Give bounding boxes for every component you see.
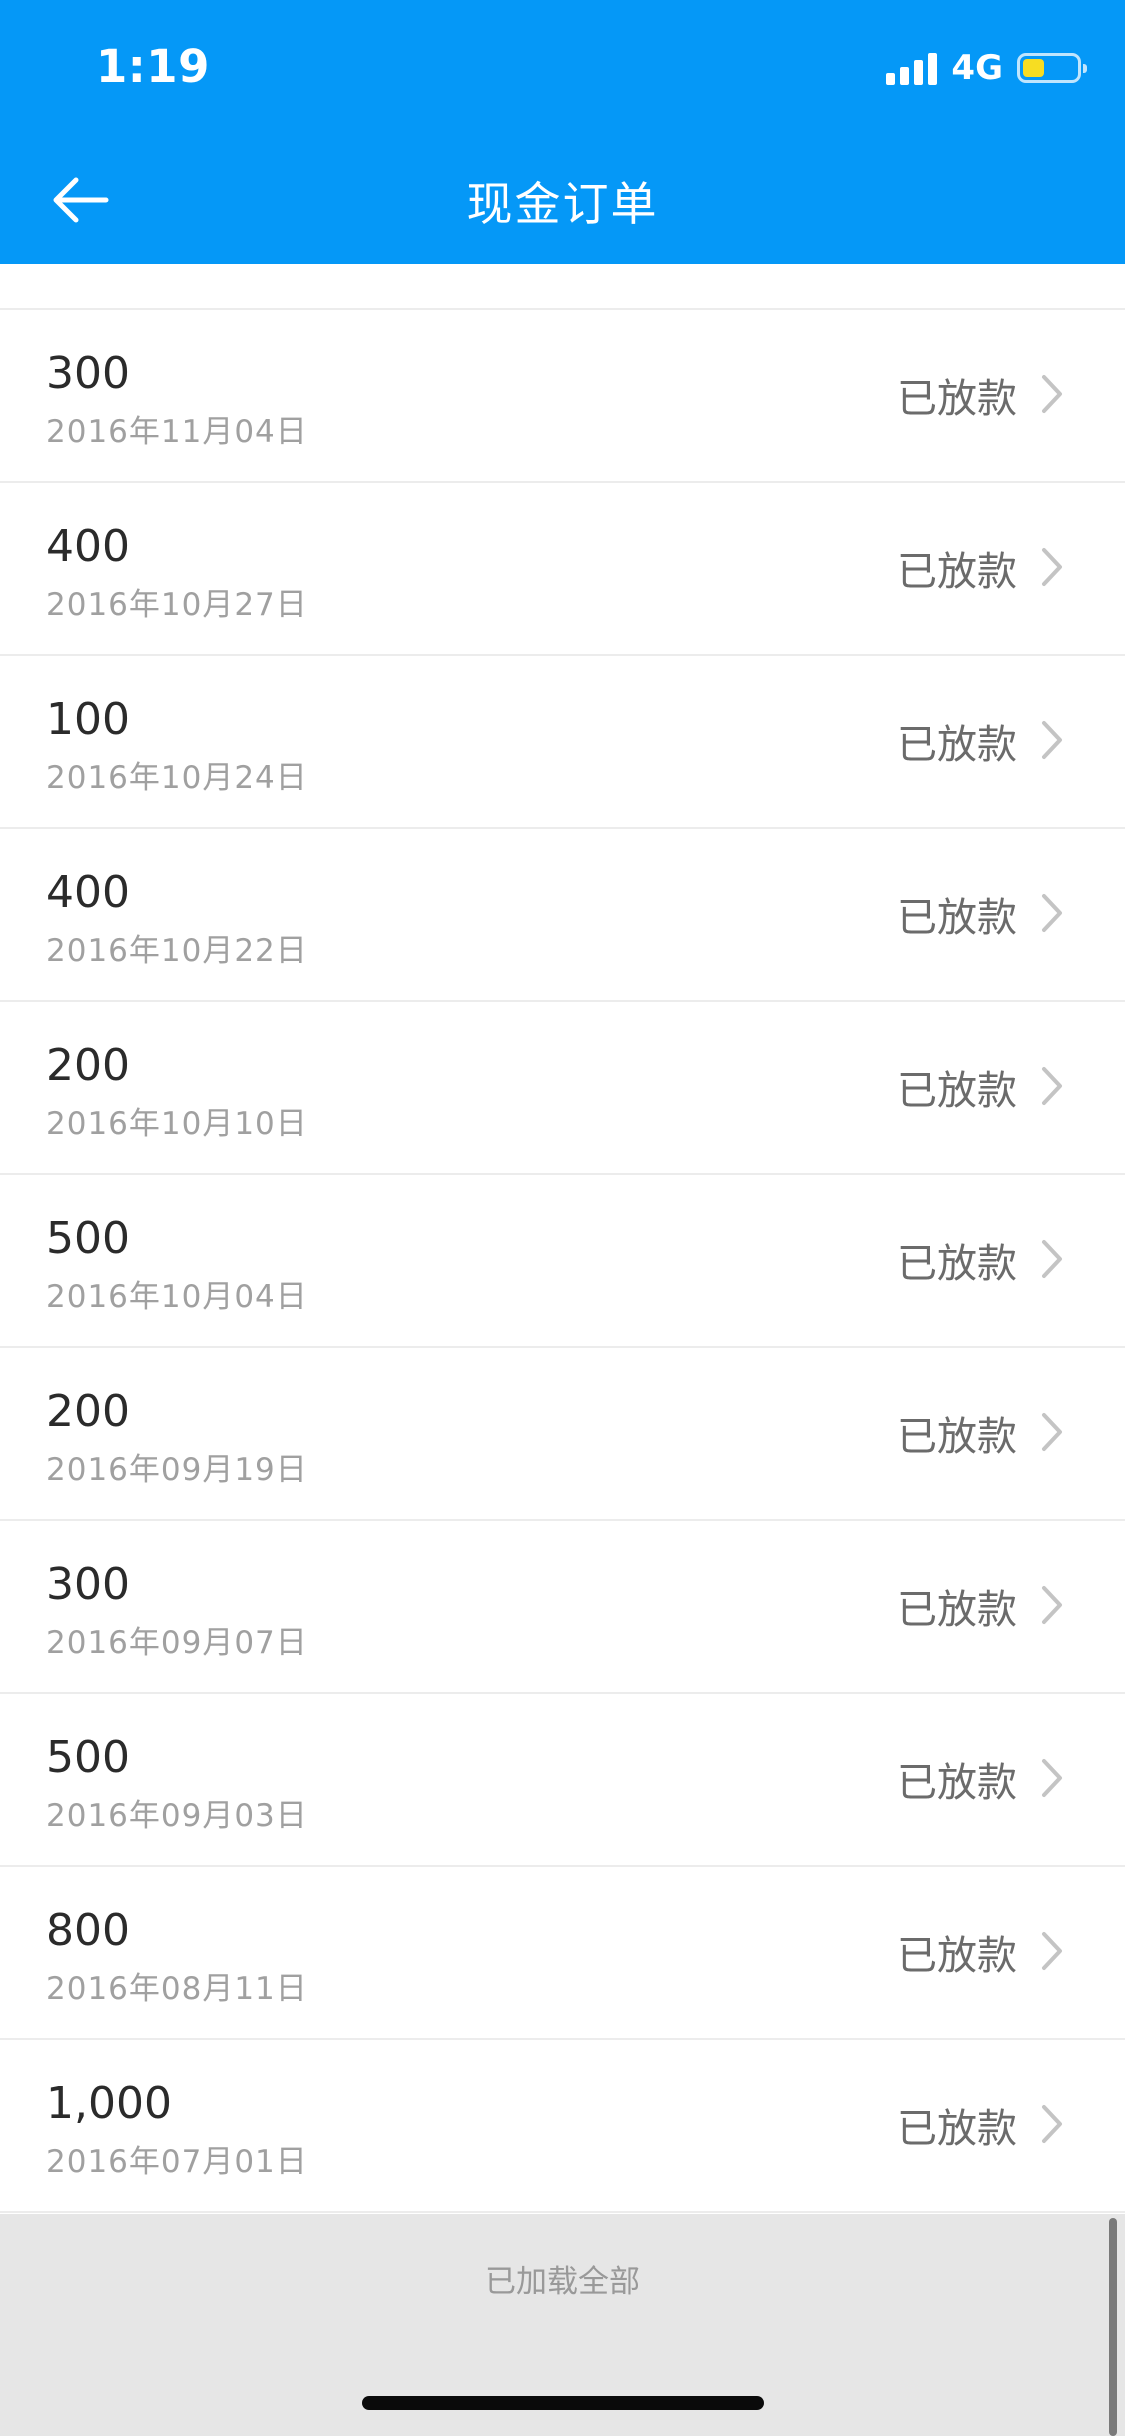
order-row[interactable]: 200 2016年10月10日 已放款 (0, 1002, 1125, 1175)
order-status: 已放款 (897, 1933, 1017, 1979)
order-date: 2016年09月07日 (46, 1625, 308, 1661)
page-title: 现金订单 (466, 177, 659, 231)
order-amount: 200 (46, 1040, 130, 1091)
chevron-right-icon (1042, 1932, 1062, 1970)
order-status: 已放款 (897, 895, 1017, 941)
order-date: 2016年09月03日 (46, 1798, 308, 1834)
chevron-right-icon (1042, 375, 1062, 413)
order-date: 2016年10月10日 (46, 1106, 308, 1142)
order-amount: 500 (46, 1732, 130, 1783)
chevron-right-icon (1042, 1413, 1062, 1451)
order-status: 已放款 (897, 549, 1017, 595)
order-status: 已放款 (897, 2106, 1017, 2152)
order-row[interactable]: 300 2016年11月04日 已放款 (0, 310, 1125, 483)
chevron-right-icon (1042, 1586, 1062, 1624)
order-date: 2016年07月01日 (46, 2144, 308, 2180)
chevron-right-icon (1042, 1759, 1062, 1797)
top-bar: 1:19 4G 现金订单 (0, 0, 1125, 264)
chevron-right-icon (1042, 894, 1062, 932)
order-status: 已放款 (897, 1760, 1017, 1806)
order-row[interactable]: 500 2016年10月04日 已放款 (0, 1175, 1125, 1348)
order-row[interactable]: 800 2016年08月11日 已放款 (0, 1867, 1125, 2040)
order-date: 2016年09月19日 (46, 1452, 308, 1488)
chevron-right-icon (1042, 548, 1062, 586)
order-row[interactable]: 300 2016年09月07日 已放款 (0, 1521, 1125, 1694)
chevron-right-icon (1042, 1240, 1062, 1278)
scrollbar[interactable] (1109, 2218, 1117, 2436)
order-date: 2016年10月22日 (46, 933, 308, 969)
network-label: 4G (951, 48, 1003, 88)
order-amount: 300 (46, 348, 130, 399)
order-date: 2016年10月27日 (46, 587, 308, 623)
order-amount: 400 (46, 867, 130, 918)
order-status: 已放款 (897, 1068, 1017, 1114)
order-date: 2016年11月04日 (46, 414, 308, 450)
order-status: 已放款 (897, 722, 1017, 768)
order-status: 已放款 (897, 376, 1017, 422)
order-amount: 800 (46, 1905, 130, 1956)
order-amount: 400 (46, 521, 130, 572)
order-amount: 1,000 (46, 2078, 172, 2129)
order-row[interactable]: 200 2016年09月19日 已放款 (0, 1348, 1125, 1521)
order-date: 2016年10月24日 (46, 760, 308, 796)
battery-level (1023, 59, 1044, 77)
all-loaded-label: 已加载全部 (485, 2264, 640, 2300)
order-amount: 200 (46, 1386, 130, 1437)
signal-icon (886, 51, 938, 85)
order-date: 2016年10月04日 (46, 1279, 308, 1315)
chevron-right-icon (1042, 721, 1062, 759)
chevron-right-icon (1042, 1067, 1062, 1105)
order-status: 已放款 (897, 1414, 1017, 1460)
order-amount: 100 (46, 694, 130, 745)
home-indicator[interactable] (362, 2396, 764, 2410)
status-time: 1:19 (96, 40, 210, 93)
battery-icon (1017, 53, 1087, 83)
order-row[interactable]: 400 2016年10月27日 已放款 (0, 483, 1125, 656)
order-row[interactable]: 100 2016年10月24日 已放款 (0, 656, 1125, 829)
order-status: 已放款 (897, 1241, 1017, 1287)
order-amount: 500 (46, 1213, 130, 1264)
order-row[interactable]: 400 2016年10月22日 已放款 (0, 829, 1125, 1002)
order-row[interactable]: 1,000 2016年07月01日 已放款 (0, 2040, 1125, 2213)
order-list: 300 2016年11月04日 已放款 400 2016年10月27日 已放款 100 201… (0, 264, 1125, 2213)
order-date: 2016年08月11日 (46, 1971, 308, 2007)
partially-scrolled-row[interactable] (0, 264, 1125, 310)
order-status: 已放款 (897, 1587, 1017, 1633)
status-indicators: 4G (886, 48, 1087, 88)
order-amount: 300 (46, 1559, 130, 1610)
chevron-right-icon (1042, 2105, 1062, 2143)
order-row[interactable]: 500 2016年09月03日 已放款 (0, 1694, 1125, 1867)
